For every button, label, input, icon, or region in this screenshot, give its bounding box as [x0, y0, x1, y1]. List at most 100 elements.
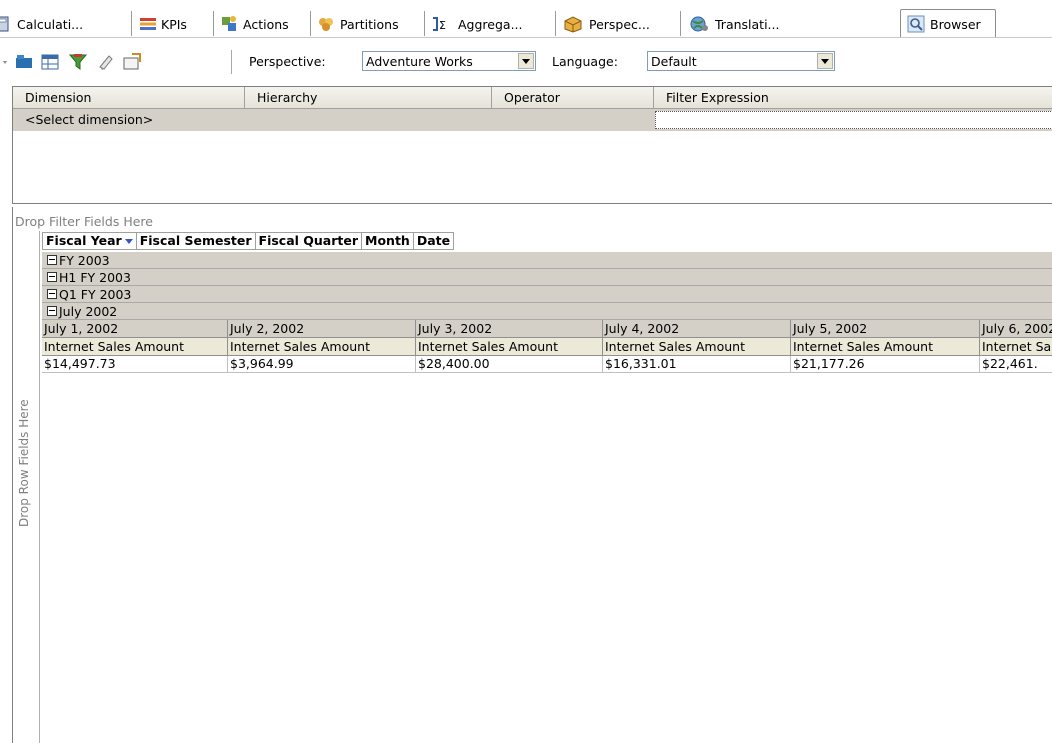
chevron-down-icon[interactable] [817, 53, 833, 69]
column-dimension-bar: Fiscal Year Fiscal Semester Fiscal Quart… [42, 232, 455, 250]
tab-divider [555, 11, 556, 36]
filter-icon[interactable] [68, 52, 88, 72]
language-dropdown[interactable]: Default [647, 51, 835, 71]
collapse-icon[interactable] [47, 306, 57, 316]
tab-kpis[interactable]: KPIs [138, 13, 187, 35]
field-fiscal-quarter[interactable]: Fiscal Quarter [256, 233, 363, 249]
field-fiscal-semester[interactable]: Fiscal Semester [137, 233, 256, 249]
tab-aggregations[interactable]: Σ Aggrega... [431, 13, 523, 35]
drop-row-fields-zone[interactable]: Drop Row Fields Here [13, 327, 40, 527]
perspective-dropdown[interactable]: Adventure Works [362, 51, 536, 71]
tab-divider [424, 11, 425, 36]
tab-translations[interactable]: Translati... [688, 13, 779, 35]
tab-label: Actions [243, 16, 289, 32]
clear-results-icon[interactable] [96, 52, 116, 72]
tab-divider [213, 11, 214, 36]
value-cell[interactable]: $3,964.99 [228, 356, 416, 373]
group-label: H1 FY 2003 [59, 269, 131, 285]
value-cell[interactable]: $22,461. [980, 356, 1052, 373]
group-row-month[interactable]: July 2002 [42, 303, 1052, 320]
measure-header-cell[interactable]: Internet Sales Amount [42, 338, 228, 356]
tab-label: Translati... [715, 16, 780, 32]
actions-icon [220, 15, 238, 33]
perspective-value: Adventure Works [366, 53, 473, 69]
tab-label: Browser [930, 16, 981, 32]
date-header-cell[interactable]: July 3, 2002 [416, 320, 603, 338]
pivot-table-area: Drop Filter Fields Here Drop Row Fields … [12, 207, 1052, 743]
toolbar-divider [231, 50, 232, 74]
date-header-cell[interactable]: July 6, 2002 [980, 320, 1052, 338]
language-label: Language: [552, 54, 618, 69]
tab-label: Calculati... [17, 16, 84, 32]
field-date[interactable]: Date [414, 233, 453, 249]
operator-cell[interactable] [492, 109, 654, 131]
tab-divider [680, 11, 681, 36]
column-header-filter-expression[interactable]: Filter Expression [654, 87, 1052, 109]
tab-label: Aggrega... [458, 16, 523, 32]
perspective-label: Perspective: [249, 54, 326, 69]
date-header-cell[interactable]: July 4, 2002 [603, 320, 791, 338]
select-dimension-cell[interactable]: <Select dimension> [13, 109, 245, 131]
group-row-semester[interactable]: H1 FY 2003 [42, 269, 1052, 286]
toolbar-overflow-icon[interactable] [0, 52, 10, 72]
collapse-icon[interactable] [47, 289, 57, 299]
group-label: Q1 FY 2003 [59, 286, 132, 302]
measure-header-cell[interactable]: Internet Sales Amount [791, 338, 980, 356]
browser-toolbar: Perspective: Adventure Works Language: D… [0, 41, 1052, 81]
value-cell[interactable]: $14,497.73 [42, 356, 228, 373]
tab-browser[interactable]: Browser [900, 9, 996, 38]
group-row-quarter[interactable]: Q1 FY 2003 [42, 286, 1052, 303]
drop-row-fields-label: Drop Row Fields Here [17, 399, 31, 527]
measure-header-cell[interactable]: Internet Sales Amount [603, 338, 791, 356]
date-header-cell[interactable]: July 5, 2002 [791, 320, 980, 338]
chevron-down-icon[interactable] [518, 53, 534, 69]
measure-header-row: Internet Sales Amount Internet Sales Amo… [42, 338, 1052, 356]
measure-header-cell[interactable]: Internet Sales Amount [416, 338, 603, 356]
svg-text:Σ: Σ [439, 19, 446, 32]
tab-calculations[interactable]: Calculati... [0, 13, 83, 35]
tab-actions[interactable]: Actions [220, 13, 289, 35]
date-header-cell[interactable]: July 2, 2002 [228, 320, 416, 338]
date-header-row: July 1, 2002 July 2, 2002 July 3, 2002 J… [42, 320, 1052, 338]
group-row-fiscal-year[interactable]: FY 2003 [42, 252, 1052, 269]
partitions-icon [317, 15, 335, 33]
filter-expression-cell[interactable] [655, 111, 1052, 129]
measure-header-cell[interactable]: Internet Sales Amount [228, 338, 416, 356]
tab-perspectives[interactable]: Perspec... [562, 13, 650, 35]
field-fiscal-year[interactable]: Fiscal Year [43, 233, 137, 249]
field-month[interactable]: Month [362, 233, 414, 249]
tab-label: Perspec... [589, 16, 650, 32]
process-icon[interactable] [14, 52, 34, 72]
column-header-dimension[interactable]: Dimension [13, 87, 245, 109]
calculations-icon [0, 15, 12, 33]
column-header-hierarchy[interactable]: Hierarchy [245, 87, 492, 109]
measure-header-cell[interactable]: Internet Sales Amount [980, 338, 1052, 356]
aggregations-icon: Σ [431, 15, 453, 33]
designer-tab-strip: Calculati... KPIs Actions Partitions Σ A… [0, 0, 1052, 40]
perspectives-icon [562, 15, 584, 33]
group-label: July 2002 [59, 303, 118, 319]
data-value-row: $14,497.73 $3,964.99 $28,400.00 $16,331.… [42, 356, 1052, 373]
date-header-cell[interactable]: July 1, 2002 [42, 320, 228, 338]
column-header-operator[interactable]: Operator [492, 87, 654, 109]
tab-label: KPIs [161, 16, 187, 32]
sort-dropdown-icon[interactable] [124, 238, 133, 244]
field-label: Fiscal Year [46, 233, 122, 248]
filter-grid-row: <Select dimension> [13, 109, 1052, 131]
show-grid-icon[interactable] [40, 52, 60, 72]
browser-icon [907, 15, 925, 33]
group-label: FY 2003 [59, 252, 110, 268]
drop-filter-fields-zone[interactable]: Drop Filter Fields Here [15, 214, 153, 229]
value-cell[interactable]: $21,177.26 [791, 356, 980, 373]
value-cell[interactable]: $16,331.01 [603, 356, 791, 373]
collapse-icon[interactable] [47, 255, 57, 265]
filter-grid-header: Dimension Hierarchy Operator Filter Expr… [13, 87, 1052, 109]
collapse-icon[interactable] [47, 272, 57, 282]
connect-icon[interactable] [122, 52, 142, 72]
value-cell[interactable]: $28,400.00 [416, 356, 603, 373]
tab-partitions[interactable]: Partitions [317, 13, 399, 35]
hierarchy-cell[interactable] [245, 109, 492, 131]
kpi-icon [138, 15, 156, 33]
tab-divider [131, 11, 132, 36]
tab-divider [310, 11, 311, 36]
